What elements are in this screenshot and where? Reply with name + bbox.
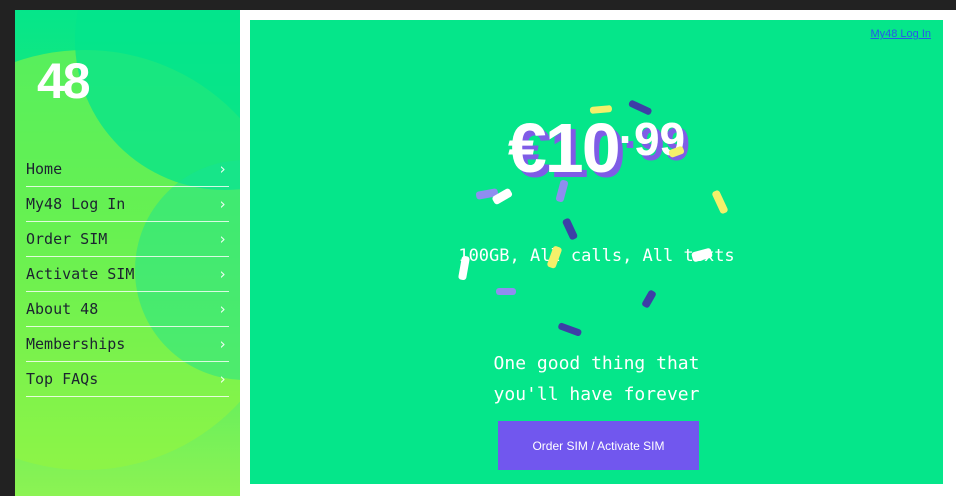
confetti-piece — [558, 322, 582, 337]
confetti-piece — [712, 190, 728, 214]
chevron-right-icon: › — [217, 300, 227, 318]
nav-item-my48-log-in[interactable]: My48 Log In › — [26, 187, 229, 222]
chevron-right-icon: › — [217, 230, 227, 248]
confetti-piece — [475, 188, 499, 200]
price-cents: ·99 — [618, 113, 686, 165]
nav-item-label: Order SIM — [26, 230, 108, 248]
chevron-right-icon: › — [217, 370, 227, 388]
confetti-piece — [642, 290, 656, 308]
nav-item-top-faqs[interactable]: Top FAQs › — [26, 362, 229, 397]
chevron-right-icon: › — [217, 160, 227, 178]
nav-item-label: About 48 — [26, 300, 99, 318]
tagline-line: you'll have forever — [493, 384, 700, 405]
price-display: €10·99 — [250, 108, 943, 188]
hero-panel: My48 Log In €10·99 100GB, All calls, All… — [250, 20, 943, 484]
nav-item-label: Home — [26, 160, 63, 178]
nav-item-label: Memberships — [26, 335, 126, 353]
chevron-right-icon: › — [217, 335, 227, 353]
tagline: One good thing that you'll have forever — [250, 348, 943, 410]
nav-item-memberships[interactable]: Memberships › — [26, 327, 229, 362]
main-frame: My48 Log In €10·99 100GB, All calls, All… — [240, 10, 956, 496]
brand-logo[interactable]: 48 — [37, 52, 91, 110]
nav-item-activate-sim[interactable]: Activate SIM › — [26, 257, 229, 292]
nav-item-label: My48 Log In — [26, 195, 126, 213]
my48-login-link[interactable]: My48 Log In — [870, 28, 931, 40]
tagline-line: One good thing that — [493, 353, 700, 374]
price-main: €10 — [507, 109, 621, 187]
nav-item-about-48[interactable]: About 48 › — [26, 292, 229, 327]
nav-item-home[interactable]: Home › — [26, 152, 229, 187]
sidebar-nav: Home › My48 Log In › Order SIM › Activat… — [26, 152, 229, 397]
confetti-piece — [562, 218, 578, 240]
chevron-right-icon: › — [217, 265, 227, 283]
nav-item-label: Activate SIM — [26, 265, 135, 283]
confetti-piece — [496, 288, 516, 295]
nav-item-order-sim[interactable]: Order SIM › — [26, 222, 229, 257]
confetti-piece — [492, 188, 513, 205]
plan-description: 100GB, All calls, All texts — [458, 246, 735, 266]
sidebar: 48 Home › My48 Log In › Order SIM › Acti… — [15, 10, 240, 496]
order-activate-button[interactable]: Order SIM / Activate SIM — [498, 421, 699, 470]
nav-item-label: Top FAQs — [26, 370, 99, 388]
chevron-right-icon: › — [217, 195, 227, 213]
